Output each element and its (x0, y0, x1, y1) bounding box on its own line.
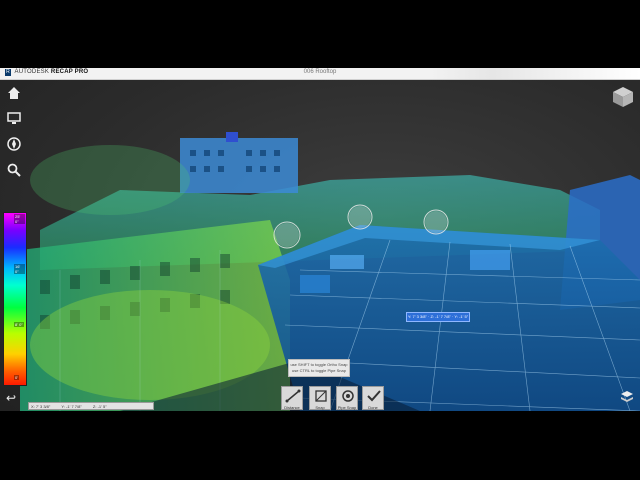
point-cloud-viewport[interactable]: 25' 0" 16' 0" 8' 0" 0' ↩ Y: 7' 3 3/8" · … (0, 80, 640, 411)
colorbar-label-3: 8' 0" (14, 322, 24, 327)
checkmark-icon (367, 390, 381, 402)
rooftop-bench (300, 275, 330, 293)
snap-hint-tooltip: use SHIFT to toggle Ortho Snap use CTRL … (288, 359, 350, 377)
layers-icon[interactable] (620, 390, 634, 404)
hint-line-2: use CTRL to toggle Pipe Snap (292, 368, 346, 373)
pipe-snap-icon (342, 390, 354, 402)
coord-x: X: 7' 3 3/8" (31, 404, 51, 409)
snap-label: Snap (315, 405, 325, 410)
left-toolbar: 25' 0" 16' 0" 8' 0" 0' ↩ (0, 80, 28, 411)
snap-icon (315, 390, 327, 402)
distance-label: Distance (284, 405, 300, 410)
snap-button[interactable]: Snap (309, 386, 331, 410)
colorbar-label-2: 16' 0" (14, 264, 25, 274)
back-icon[interactable]: ↩ (6, 391, 16, 405)
done-button[interactable]: Done (362, 386, 384, 410)
distance-icon (285, 389, 301, 403)
measurement-readout: Y: 7' 3 3/8" · Z: -1' 7 7/8" · Y: -1' 5" (406, 312, 470, 322)
coord-z: Z: -1' 5" (92, 404, 107, 409)
navigate-icon[interactable] (5, 136, 23, 154)
coordinate-readout: X: 7' 3 3/8" Y: -1' 7 7/8" Z: -1' 5" (28, 402, 154, 410)
title-bar: R AUTODESK RECAP PRO 006 Rooftop (0, 68, 640, 80)
done-label: Done (368, 405, 378, 410)
monitor-icon[interactable] (5, 110, 23, 128)
rooftop-equipment-2 (470, 250, 510, 270)
titlebar-fade (430, 68, 640, 79)
colorbar-label-top: 25' 0" (14, 214, 25, 224)
color-scale (3, 212, 27, 386)
tree-canopy (30, 145, 190, 215)
coord-y: Y: -1' 7 7/8" (61, 404, 82, 409)
elevation-color-bar: 25' 0" 16' 0" 8' 0" 0' (3, 212, 27, 386)
view-cube-icon[interactable] (612, 86, 634, 108)
tall-building (180, 138, 298, 193)
distance-button[interactable]: Distance (281, 386, 303, 410)
colorbar-label-bottom: 0' (14, 375, 19, 380)
pipe-snap-button[interactable]: Pipe Snap (336, 386, 358, 410)
home-icon[interactable] (5, 85, 23, 103)
search-icon[interactable] (5, 162, 23, 180)
rooftop-unit (226, 132, 238, 142)
rooftop-equipment (330, 255, 364, 269)
pipe-snap-label: Pipe Snap (337, 405, 357, 410)
